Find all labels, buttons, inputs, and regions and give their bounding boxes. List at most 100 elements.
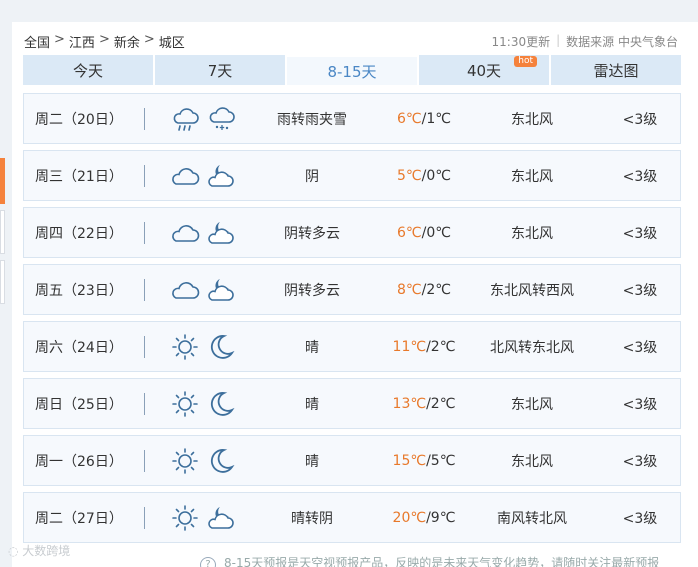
meta-divider: | bbox=[556, 33, 561, 47]
weather-desc: 晴 bbox=[305, 396, 319, 413]
wind-direction: 北风转东北风 bbox=[490, 339, 574, 356]
temp-low: /0℃ bbox=[421, 224, 451, 241]
weather-desc: 晴 bbox=[305, 453, 319, 470]
temp-high: 20℃ bbox=[392, 509, 427, 526]
temp-high: 11℃ bbox=[392, 338, 427, 355]
forecast-row: 周三（21日） 阴 5℃/0℃ 东北风 <3级 bbox=[23, 150, 681, 201]
data-source: 数据来源 中央气象台 bbox=[566, 35, 678, 49]
forecast-row: 周一（26日） 晴 15℃/5℃ 东北风 <3级 bbox=[23, 435, 681, 486]
weather-icons bbox=[170, 332, 236, 362]
wind-direction: 东北风 bbox=[511, 111, 553, 128]
moon-icon bbox=[210, 449, 235, 473]
forecast-day: 周六（24日） bbox=[35, 339, 123, 356]
temperature: 5℃/0℃ bbox=[379, 168, 469, 184]
forecast-row: 周四（22日） 阴转多云 6℃/0℃ 东北风 <3级 bbox=[23, 207, 681, 258]
row-divider bbox=[144, 336, 145, 358]
wind-level: <3级 bbox=[622, 396, 658, 413]
side-tab[interactable] bbox=[0, 210, 5, 254]
weather-icons bbox=[170, 161, 236, 191]
watermark: ◌ 大数跨境 bbox=[8, 542, 70, 559]
breadcrumb: 全国 > 江西 > 新余 > 城区 bbox=[24, 32, 185, 51]
tab-40day[interactable]: 40天 hot bbox=[419, 55, 549, 85]
breadcrumb-separator: > bbox=[98, 32, 110, 47]
weather-desc: 阴转多云 bbox=[284, 282, 340, 299]
row-divider bbox=[144, 108, 145, 130]
temperature: 8℃/2℃ bbox=[379, 282, 469, 298]
hot-badge: hot bbox=[514, 56, 537, 67]
moon-cloud-icon bbox=[208, 279, 234, 301]
forecast-row: 周六（24日） 晴 11℃/2℃ 北风转东北风 <3级 bbox=[23, 321, 681, 372]
wind-direction: 东北风 bbox=[511, 396, 553, 413]
temp-low: /2℃ bbox=[421, 281, 451, 298]
breadcrumb-item-province[interactable]: 江西 bbox=[69, 32, 95, 51]
tab-radar[interactable]: 雷达图 bbox=[551, 55, 681, 85]
forecast-day: 周二（27日） bbox=[35, 510, 123, 527]
breadcrumb-item-city[interactable]: 新余 bbox=[114, 32, 140, 51]
side-tab[interactable] bbox=[0, 260, 5, 304]
forecast-row: 周日（25日） 晴 13℃/2℃ 东北风 <3级 bbox=[23, 378, 681, 429]
tab-label: 8-15天 bbox=[327, 62, 377, 81]
forecast-day: 周三（21日） bbox=[35, 168, 123, 185]
forecast-tabs: 今天 7天 8-15天 40天 hot 雷达图 bbox=[23, 55, 681, 85]
sleet-icon bbox=[209, 107, 235, 130]
tab-label: 7天 bbox=[207, 61, 233, 80]
temperature: 20℃/9℃ bbox=[379, 510, 469, 526]
forecast-row: 周二（20日） 雨转雨夹雪 6℃/1℃ 东北风 <3级 bbox=[23, 93, 681, 144]
wind-direction: 南风转北风 bbox=[497, 510, 567, 527]
tab-today[interactable]: 今天 bbox=[23, 55, 153, 85]
weather-icons bbox=[170, 104, 236, 134]
row-divider bbox=[144, 393, 145, 415]
temperature: 15℃/5℃ bbox=[379, 453, 469, 469]
breadcrumb-item-country[interactable]: 全国 bbox=[24, 32, 50, 51]
wind-level: <3级 bbox=[622, 168, 658, 185]
temperature: 6℃/0℃ bbox=[379, 225, 469, 241]
weather-icons bbox=[170, 275, 236, 305]
weather-desc: 阴转多云 bbox=[284, 225, 340, 242]
temp-low: /0℃ bbox=[421, 167, 451, 184]
temp-high: 8℃ bbox=[397, 281, 422, 298]
wind-level: <3级 bbox=[622, 225, 658, 242]
temp-high: 6℃ bbox=[397, 110, 422, 127]
temp-low: /2℃ bbox=[426, 338, 456, 355]
moon-icon bbox=[210, 392, 235, 416]
tab-8-15day[interactable]: 8-15天 bbox=[287, 55, 417, 85]
side-tab-active[interactable] bbox=[0, 158, 5, 204]
weather-desc: 晴转阴 bbox=[291, 510, 333, 527]
breadcrumb-item-district: 城区 bbox=[158, 36, 185, 51]
weather-desc: 晴 bbox=[305, 339, 319, 356]
temp-high: 15℃ bbox=[392, 452, 427, 469]
sun-icon bbox=[172, 505, 198, 531]
row-divider bbox=[144, 450, 145, 472]
row-divider bbox=[144, 507, 145, 529]
footnote-text: 8-15天预报是天空视预报产品，反映的是未来天气变化趋势，请随时关注最新预报 bbox=[224, 556, 660, 567]
wind-direction: 东北风 bbox=[511, 225, 553, 242]
weather-icons bbox=[170, 218, 236, 248]
sun-icon bbox=[172, 334, 198, 360]
forecast-day: 周五（23日） bbox=[35, 282, 123, 299]
forecast-day: 周二（20日） bbox=[35, 111, 123, 128]
moon-cloud-icon bbox=[208, 507, 234, 529]
forecast-day: 周日（25日） bbox=[35, 396, 123, 413]
cloudy-icon bbox=[172, 168, 200, 185]
wind-level: <3级 bbox=[622, 453, 658, 470]
weather-icons bbox=[170, 446, 236, 476]
sun-icon bbox=[172, 448, 198, 474]
temperature: 11℃/2℃ bbox=[379, 339, 469, 355]
temp-high: 5℃ bbox=[397, 167, 422, 184]
tab-label: 今天 bbox=[72, 61, 103, 80]
temp-high: 6℃ bbox=[397, 224, 422, 241]
weather-desc: 阴 bbox=[305, 168, 319, 185]
row-divider bbox=[144, 165, 145, 187]
wind-direction: 东北风 bbox=[511, 453, 553, 470]
temperature: 6℃/1℃ bbox=[379, 111, 469, 127]
tab-7day[interactable]: 7天 bbox=[155, 55, 285, 85]
wind-level: <3级 bbox=[622, 282, 658, 299]
row-divider bbox=[144, 222, 145, 244]
wind-direction: 东北风转西风 bbox=[490, 282, 574, 299]
temp-low: /1℃ bbox=[421, 110, 451, 127]
sun-icon bbox=[172, 391, 198, 417]
temp-low: /5℃ bbox=[426, 452, 456, 469]
forecast-footnote: ? 8-15天预报是天空视预报产品，反映的是未来天气变化趋势，请随时关注最新预报 bbox=[200, 554, 680, 567]
question-icon[interactable]: ? bbox=[200, 557, 216, 567]
moon-icon bbox=[210, 335, 235, 359]
